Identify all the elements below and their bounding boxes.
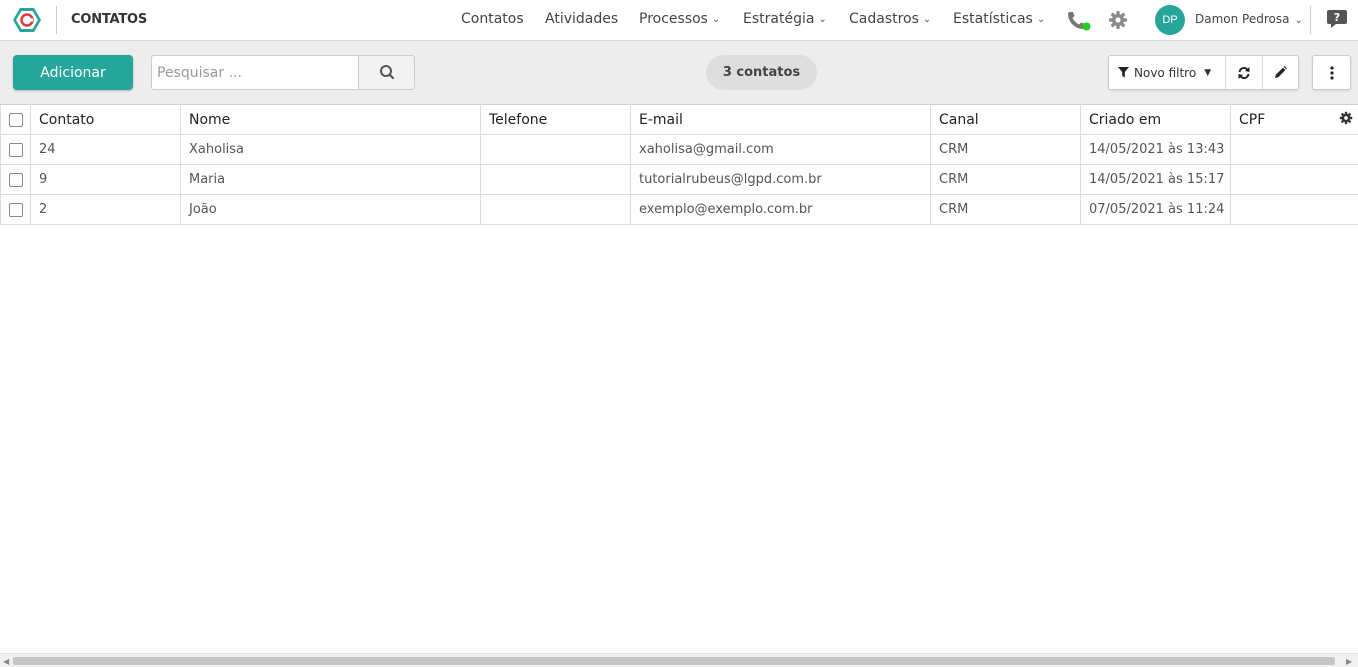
app-logo-icon[interactable] [12, 7, 42, 33]
user-menu[interactable]: Damon Pedrosa ⌄ [1195, 12, 1303, 26]
nav-atividades[interactable]: Atividades [545, 11, 618, 27]
nav-estrategia[interactable]: Estratégia ⌄ [743, 11, 827, 27]
nav-estatisticas[interactable]: Estatísticas ⌄ [953, 11, 1045, 27]
chevron-down-icon: ⌄ [711, 14, 721, 25]
column-header-cpf[interactable]: CPF [1230, 104, 1335, 135]
column-header-canal[interactable]: Canal [930, 104, 1081, 135]
cell-canal: CRM [930, 134, 1081, 165]
nav-label: Atividades [545, 11, 619, 27]
row-checkbox[interactable] [8, 142, 23, 157]
search-input[interactable] [151, 55, 359, 90]
cell-contato: 24 [30, 134, 181, 165]
page-title: CONTATOS [71, 12, 148, 27]
cell-email: xaholisa@gmail.com [630, 134, 931, 165]
scroll-right-icon[interactable]: ▶ [1346, 657, 1352, 666]
gear-icon[interactable] [1108, 10, 1128, 30]
filter-label: Novo filtro [1134, 65, 1197, 80]
cell-email: tutorialrubeus@lgpd.com.br [630, 164, 931, 195]
column-header-contato[interactable]: Contato [30, 104, 181, 135]
chevron-down-icon: ⌄ [922, 14, 932, 25]
row-checkbox[interactable] [8, 172, 23, 187]
column-settings-gear-icon [1339, 111, 1353, 124]
cell-nome: João [180, 194, 481, 225]
cell-telefone [480, 134, 631, 165]
cell-cpf [1230, 194, 1358, 225]
cell-canal: CRM [930, 164, 1081, 195]
edit-button[interactable] [1262, 56, 1298, 89]
caret-down-icon: ▼ [1204, 67, 1212, 78]
more-vertical-icon [1329, 65, 1334, 80]
user-name: Damon Pedrosa [1195, 12, 1290, 26]
column-header-criado-em[interactable]: Criado em [1080, 104, 1231, 135]
filter-button-group: Novo filtro ▼ [1108, 55, 1299, 90]
phone-icon[interactable] [1066, 10, 1092, 32]
cell-criado-em: 07/05/2021 às 11:24 [1080, 194, 1231, 225]
nav-label: Processos [639, 11, 708, 27]
table-row[interactable]: 9 Maria tutorialrubeus@lgpd.com.br CRM 1… [0, 164, 1358, 195]
header-divider [56, 6, 57, 34]
search-button[interactable] [358, 55, 415, 90]
nav-contatos[interactable]: Contatos [461, 11, 524, 27]
user-avatar[interactable]: DP [1155, 5, 1185, 35]
chevron-down-icon: ⌄ [818, 14, 827, 25]
add-contact-button[interactable]: Adicionar [13, 55, 133, 90]
cell-email: exemplo@exemplo.com.br [630, 194, 931, 225]
cell-telefone [480, 164, 631, 195]
refresh-icon [1238, 66, 1250, 79]
chevron-down-icon: ⌄ [1294, 15, 1303, 26]
column-header-email[interactable]: E-mail [630, 104, 931, 135]
nav-label: Cadastros [849, 11, 919, 27]
svg-text:?: ? [1334, 11, 1340, 24]
top-header: CONTATOS Contatos Atividades Processos ⌄ … [0, 0, 1358, 41]
cell-criado-em: 14/05/2021 às 15:17 [1080, 164, 1231, 195]
new-filter-button[interactable]: Novo filtro ▼ [1109, 56, 1227, 89]
cell-contato: 2 [30, 194, 181, 225]
help-icon[interactable]: ? [1326, 9, 1348, 29]
contacts-table: Contato Nome Telefone E-mail Canal Criad… [0, 104, 1358, 225]
nav-processos[interactable]: Processos ⌄ [639, 11, 720, 27]
contact-count-badge: 3 contatos [706, 55, 817, 90]
toolbar: Adicionar 3 contatos Novo filtro ▼ [0, 41, 1358, 104]
cell-telefone [480, 194, 631, 225]
refresh-button[interactable] [1226, 56, 1262, 89]
cell-criado-em: 14/05/2021 às 13:43 [1080, 134, 1231, 165]
scroll-left-icon[interactable]: ◀ [3, 657, 9, 666]
nav-label: Estratégia [743, 11, 815, 27]
nav-label: Contatos [461, 11, 524, 27]
table-row[interactable]: 2 João exemplo@exemplo.com.br CRM 07/05/… [0, 194, 1358, 225]
row-checkbox[interactable] [8, 202, 23, 217]
chevron-down-icon: ⌄ [1036, 14, 1046, 25]
cell-nome: Xaholisa [180, 134, 481, 165]
row-select-cell [0, 134, 31, 165]
column-header-telefone[interactable]: Telefone [480, 104, 631, 135]
select-all-checkbox[interactable] [8, 112, 23, 127]
table-header-row: Contato Nome Telefone E-mail Canal Criad… [0, 104, 1358, 135]
filter-icon [1118, 67, 1129, 78]
column-header-nome[interactable]: Nome [180, 104, 481, 135]
horizontal-scrollbar[interactable]: ◀ ▶ [0, 653, 1358, 667]
table-row[interactable]: 24 Xaholisa xaholisa@gmail.com CRM 14/05… [0, 134, 1358, 165]
nav-cadastros[interactable]: Cadastros ⌄ [849, 11, 931, 27]
row-select-cell [0, 164, 31, 195]
pencil-icon [1275, 66, 1288, 78]
column-settings-cell[interactable] [1334, 104, 1358, 135]
cell-cpf [1230, 164, 1358, 195]
select-all-cell [0, 104, 31, 135]
cell-nome: Maria [180, 164, 481, 195]
nav-label: Estatísticas [953, 11, 1033, 27]
cell-cpf [1230, 134, 1358, 165]
header-divider [1310, 6, 1311, 34]
scrollbar-thumb[interactable] [13, 657, 1335, 665]
cell-contato: 9 [30, 164, 181, 195]
row-select-cell [0, 194, 31, 225]
search-icon [380, 65, 395, 80]
cell-canal: CRM [930, 194, 1081, 225]
more-options-button[interactable] [1312, 55, 1351, 90]
